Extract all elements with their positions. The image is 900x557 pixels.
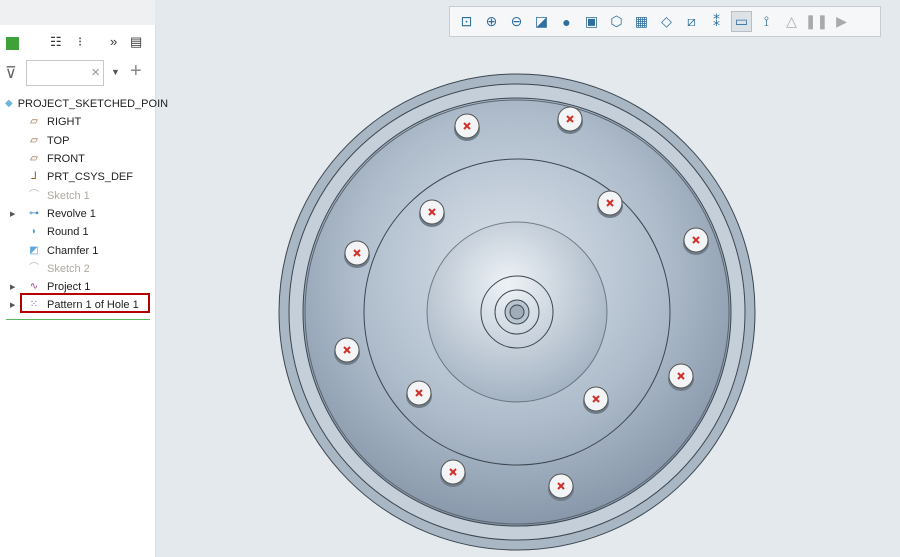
tree-item[interactable]: ▱ RIGHT — [0, 113, 155, 131]
model-tree: ◆ PROJECT_SKETCHED_POIN ▱ RIGHT ▱ TOP ▱ FRONT ⅃ P… — [0, 95, 168, 315]
sketch-icon: ⌒ — [29, 189, 39, 201]
tree-item-label: RIGHT — [47, 116, 82, 129]
part-icon: ◆ — [5, 98, 13, 110]
tree-item[interactable]: ◗ Round 1 — [0, 223, 155, 241]
hole[interactable] — [334, 337, 360, 365]
hole[interactable] — [419, 199, 445, 227]
expand-icon[interactable]: ▶ — [10, 301, 15, 309]
hole[interactable] — [557, 106, 583, 134]
tree-columns-icon[interactable]: ⁝ — [78, 34, 82, 50]
tree-item[interactable]: ▱ FRONT — [0, 150, 155, 168]
tree-item-label: Revolve 1 — [47, 207, 96, 220]
datum-plane-icon: ▱ — [30, 134, 38, 146]
revolve-icon: ⊶ — [29, 207, 39, 219]
hole[interactable] — [406, 380, 432, 408]
insert-here-marker[interactable] — [6, 319, 150, 320]
filter-icon[interactable]: ⊽ — [5, 63, 17, 83]
datum-plane-icon: ▱ — [30, 153, 38, 165]
tree-item[interactable]: ▶ ⊶ Revolve 1 — [0, 205, 155, 223]
hole[interactable] — [440, 459, 466, 487]
tree-item-label: FRONT — [47, 153, 85, 166]
tree-item-label: TOP — [47, 134, 70, 147]
expand-icon[interactable]: ▶ — [10, 283, 15, 291]
hole[interactable] — [597, 190, 623, 218]
model-tree-panel: ☷ ⁝ » ▤ ⊽ × ▼ + ◆ PROJECT_SKETCHED_POIN ▱ R… — [0, 25, 168, 557]
tree-item-label: PRT_CSYS_DEF — [47, 171, 133, 184]
csys-icon: ⅃ — [31, 171, 37, 183]
tree-search-input[interactable]: × — [26, 60, 104, 86]
chamfer-icon: ◩ — [29, 244, 39, 256]
chevron-down-icon[interactable]: ▼ — [111, 67, 120, 77]
tree-item[interactable]: ⌒ Sketch 2 — [0, 260, 155, 278]
tree-item[interactable]: ⅃ PRT_CSYS_DEF — [0, 168, 155, 186]
tree-item[interactable]: ⌒ Sketch 1 — [0, 186, 155, 204]
sketch-icon: ⌒ — [29, 262, 39, 274]
tree-item-label: Chamfer 1 — [47, 244, 99, 257]
tree-item[interactable]: ▱ TOP — [0, 132, 155, 150]
graphics-window[interactable] — [156, 0, 900, 557]
hole[interactable] — [668, 363, 694, 391]
tree-item-label: Sketch 1 — [47, 189, 90, 202]
datum-plane-icon: ▱ — [30, 116, 38, 128]
project-icon: ∿ — [29, 281, 39, 293]
title-strip — [0, 0, 155, 25]
more-icon[interactable]: » — [110, 34, 117, 49]
add-icon[interactable]: + — [130, 60, 142, 83]
part-model — [278, 73, 756, 551]
tree-item-label: Sketch 2 — [47, 262, 90, 275]
expand-icon[interactable]: ▶ — [10, 210, 15, 218]
round-icon: ◗ — [30, 226, 38, 238]
clear-icon[interactable]: × — [91, 64, 100, 81]
tree-settings-icon[interactable]: ☷ — [50, 34, 62, 50]
tree-item[interactable]: ◆ PROJECT_SKETCHED_POIN — [0, 95, 168, 113]
selection-highlight — [20, 293, 150, 313]
hole[interactable] — [344, 240, 370, 268]
hole[interactable] — [548, 473, 574, 501]
tree-item[interactable]: ◩ Chamfer 1 — [0, 241, 155, 259]
tree-item-label: Project 1 — [47, 281, 91, 294]
hole[interactable] — [583, 386, 609, 414]
tree-item-label: Round 1 — [47, 226, 89, 239]
hole[interactable] — [683, 227, 709, 255]
model-tree-icon[interactable] — [6, 37, 19, 50]
show-icon[interactable]: ▤ — [130, 34, 142, 50]
tree-item-label: PROJECT_SKETCHED_POIN — [17, 98, 169, 111]
hole[interactable] — [454, 113, 480, 141]
